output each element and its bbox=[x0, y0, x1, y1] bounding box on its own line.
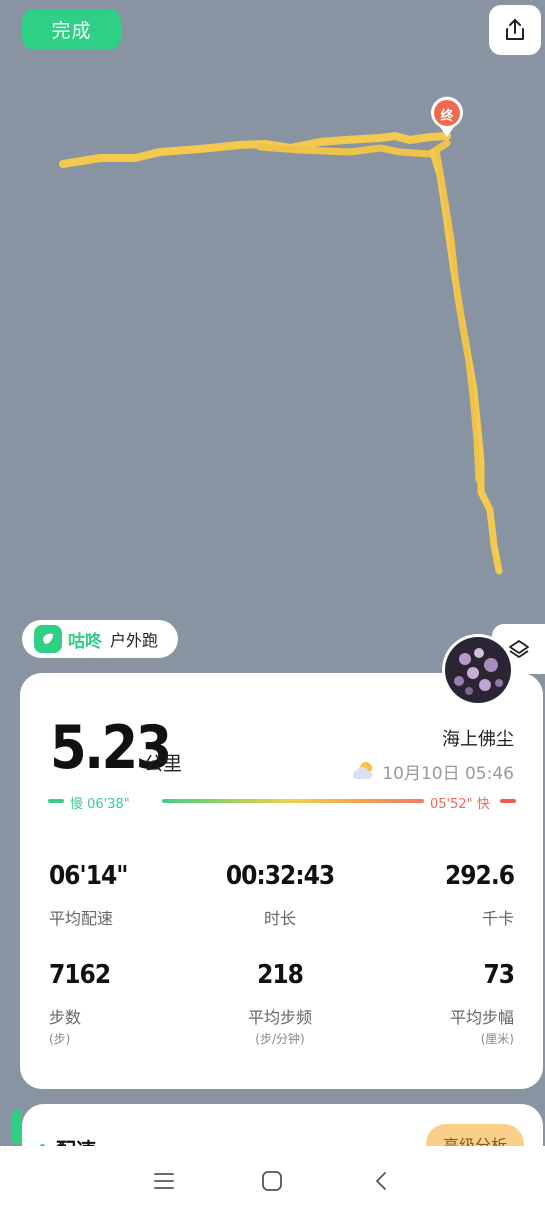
share-icon bbox=[506, 19, 524, 40]
pace-fast-label: 05'52" 快 bbox=[430, 797, 490, 812]
steps-label: 步数 bbox=[49, 1008, 82, 1027]
pace-gradient bbox=[162, 799, 424, 803]
activity-date-time: 10月10日 05:46 bbox=[382, 764, 514, 784]
end-marker-label: 终 bbox=[440, 109, 454, 124]
back-button[interactable] bbox=[361, 1161, 401, 1201]
cadence-unit: (步/分钟) bbox=[255, 1032, 305, 1046]
app-logo-icon bbox=[34, 625, 62, 653]
cadence-label: 平均步频 bbox=[247, 1008, 312, 1027]
stride-label: 平均步幅 bbox=[449, 1008, 514, 1027]
avg-pace-value: 06'14" bbox=[49, 861, 128, 891]
avatar-image bbox=[445, 637, 511, 703]
calories-label: 千卡 bbox=[481, 909, 514, 928]
pace-fast-marker bbox=[500, 799, 516, 803]
steps-unit: (步) bbox=[49, 1032, 71, 1046]
steps-value: 7162 bbox=[49, 960, 111, 990]
home-icon bbox=[262, 1170, 283, 1191]
system-nav-bar bbox=[0, 1146, 545, 1215]
avatar[interactable] bbox=[442, 634, 514, 706]
menu-icon bbox=[154, 1172, 175, 1189]
duration-value: 00:32:43 bbox=[225, 861, 335, 891]
app-name: 咕咚 bbox=[68, 631, 102, 652]
summary-card: 5.23 公里 海上佛尘 10月10日 05:46 慢 06'38" 05'52… bbox=[20, 673, 543, 1089]
pace-slow-label: 慢 06'38" bbox=[70, 797, 130, 812]
duration-label: 时长 bbox=[263, 909, 296, 928]
app-source-chip: 咕咚 户外跑 bbox=[22, 620, 178, 658]
distance-unit: 公里 bbox=[144, 753, 183, 775]
recent-apps-button[interactable] bbox=[144, 1161, 184, 1201]
back-icon bbox=[375, 1171, 386, 1190]
partly-cloudy-icon bbox=[352, 762, 373, 779]
share-button[interactable] bbox=[489, 5, 541, 55]
pace-slow-marker bbox=[48, 799, 64, 803]
cadence-value: 218 bbox=[257, 960, 304, 990]
pace-range-bar: 慢 06'38" 05'52" 快 bbox=[48, 793, 516, 812]
avg-pace-label: 平均配速 bbox=[49, 909, 114, 928]
end-marker: 终 bbox=[428, 95, 466, 139]
activity-mode: 户外跑 bbox=[110, 631, 159, 650]
calories-value: 292.6 bbox=[445, 861, 515, 891]
done-button[interactable]: 完成 bbox=[22, 9, 121, 50]
stride-value: 73 bbox=[483, 960, 515, 990]
username[interactable]: 海上佛尘 bbox=[442, 725, 514, 751]
stride-unit: (厘米) bbox=[480, 1032, 514, 1046]
home-button[interactable] bbox=[252, 1161, 292, 1201]
side-tab[interactable] bbox=[12, 1110, 22, 1144]
